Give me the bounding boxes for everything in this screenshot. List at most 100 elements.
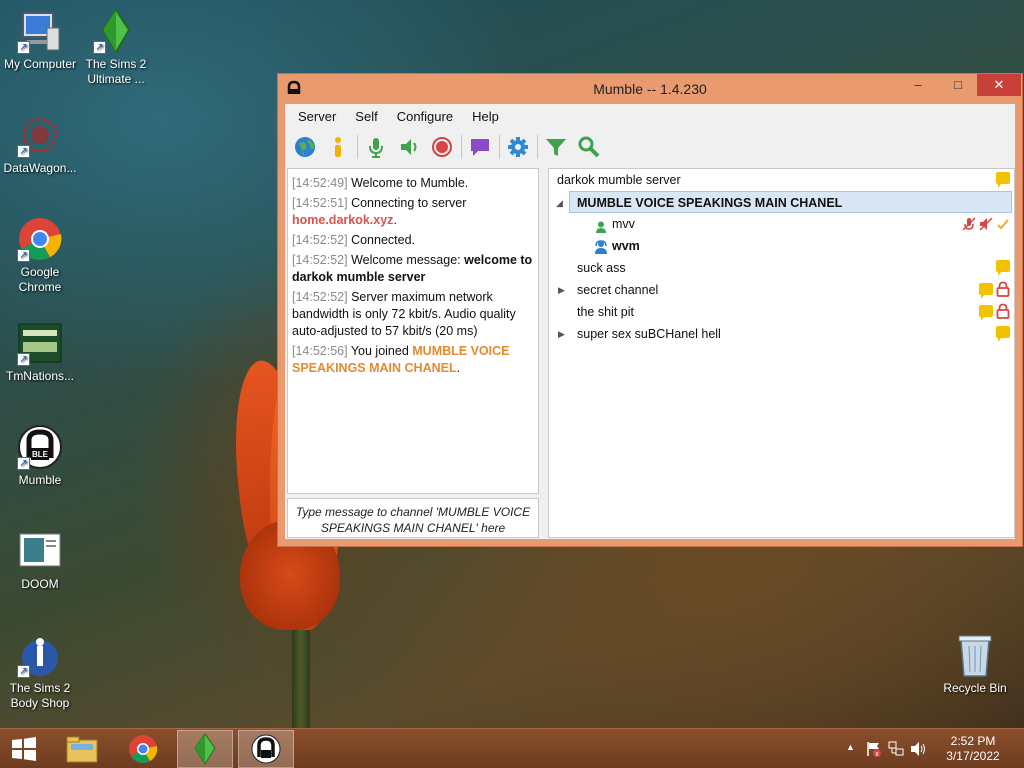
clock-date: 3/17/2022	[946, 749, 1000, 763]
network-icon[interactable]	[888, 741, 904, 760]
svg-text:BLE: BLE	[32, 450, 49, 459]
record-icon[interactable]	[428, 133, 456, 161]
tree-channel-row[interactable]: ▶ secret channel	[549, 279, 1014, 301]
clock[interactable]: 2:52 PM 3/17/2022	[938, 734, 1008, 764]
tree-channel-main[interactable]: ◢ MUMBLE VOICE SPEAKINGS MAIN CHANEL	[556, 191, 1012, 213]
search-icon[interactable]	[575, 133, 603, 161]
desktop-icon-label: TmNations...	[5, 369, 74, 383]
log-entry: [14:52:52] Welcome message: welcome to d…	[292, 253, 533, 284]
chat-icon[interactable]	[466, 133, 494, 161]
mumble-icon	[251, 734, 281, 764]
start-button[interactable]	[0, 730, 48, 768]
server-link[interactable]: home.darkok.xyz	[292, 213, 393, 227]
user-name: wvm	[612, 239, 640, 253]
lock-icon	[996, 281, 1010, 297]
desktop-icon-label: DOOM	[21, 577, 59, 591]
toolbar-separator	[499, 135, 500, 159]
lock-icon	[996, 303, 1010, 319]
tree-user-row[interactable]: wvm	[549, 235, 1014, 257]
action-center-flag-icon[interactable]: x	[866, 741, 882, 760]
chat-log[interactable]: [14:52:49] Welcome to Mumble. [14:52:51]…	[287, 168, 539, 494]
system-tray: ▲ x 2:52 PM 3/17/2022	[834, 729, 1024, 768]
windows-logo-icon	[12, 737, 36, 761]
server-name: darkok mumble server	[557, 173, 681, 187]
comment-icon	[979, 305, 993, 321]
desktop-icon-label: DataWagon...	[3, 161, 77, 175]
speaker-icon[interactable]	[395, 133, 423, 161]
taskbar-mumble[interactable]	[238, 730, 294, 768]
close-button[interactable]: ✕	[977, 74, 1021, 96]
channel-name: the shit pit	[577, 305, 634, 319]
datawagon-icon: ↗	[17, 112, 63, 158]
taskbar-chrome[interactable]	[115, 730, 171, 768]
minimize-button[interactable]: –	[904, 74, 932, 96]
desktop-icon-tmnations[interactable]: ↗ TmNations...	[0, 320, 80, 384]
body-shop-icon: ↗	[17, 632, 63, 678]
tree-channel-row[interactable]: suck ass	[549, 257, 1014, 279]
filter-icon[interactable]	[542, 133, 570, 161]
tree-server-row[interactable]: darkok mumble server	[549, 169, 1014, 191]
computer-icon: ↗	[17, 8, 63, 54]
taskbar: ▲ x 2:52 PM 3/17/2022	[0, 728, 1024, 768]
expand-arrow-icon[interactable]: ▶	[558, 279, 565, 301]
log-entry: [14:52:49] Welcome to Mumble.	[292, 176, 469, 190]
desktop-icon-label: The Sims 2 Ultimate ...	[85, 57, 147, 86]
svg-text:x: x	[875, 751, 879, 757]
taskbar-sims2[interactable]	[177, 730, 233, 768]
info-icon[interactable]	[324, 133, 352, 161]
log-entry: [14:52:52] Server maximum network bandwi…	[292, 290, 516, 338]
title-bar[interactable]: Mumble -- 1.4.230 – □ ✕	[278, 74, 1022, 104]
folder-icon	[66, 736, 98, 763]
recycle-bin-icon	[952, 632, 998, 678]
expand-arrow-icon[interactable]: ▶	[558, 323, 565, 345]
desktop-icon-label: Recycle Bin	[943, 681, 1007, 695]
desktop-icon-recycle-bin[interactable]: Recycle Bin	[935, 632, 1015, 696]
clock-time: 2:52 PM	[950, 734, 996, 748]
log-entry: [14:52:51] Connecting to server home.dar…	[292, 196, 467, 227]
tree-channel-row[interactable]: ▶ super sex suBCHanel hell	[549, 323, 1014, 345]
desktop-icon-label: My Computer	[3, 57, 77, 71]
plumbob-icon: ↗	[93, 8, 139, 54]
desktop-icon-my-computer[interactable]: ↗ My Computer	[0, 8, 80, 72]
tmnations-icon: ↗	[17, 320, 63, 366]
connect-icon[interactable]	[291, 133, 319, 161]
channel-name: super sex suBCHanel hell	[577, 327, 721, 341]
mumble-icon: BLE ↗	[17, 424, 63, 470]
collapse-arrow-icon[interactable]: ◢	[556, 192, 563, 214]
comment-icon	[996, 260, 1010, 276]
settings-icon[interactable]	[504, 133, 532, 161]
channel-tree: darkok mumble server ◢ MUMBLE VOICE SPEA…	[548, 168, 1015, 538]
menu-configure[interactable]: Configure	[390, 109, 465, 124]
channel-name: MUMBLE VOICE SPEAKINGS MAIN CHANEL	[577, 196, 843, 210]
toolbar	[285, 128, 1015, 166]
menu-server[interactable]: Server	[291, 109, 348, 124]
desktop-icon-google-chrome[interactable]: ↗ Google Chrome	[0, 216, 80, 295]
desktop-icon-datawagon[interactable]: ↗ DataWagon...	[0, 112, 80, 176]
comment-icon	[996, 172, 1010, 188]
log-entry: [14:52:52] Connected.	[292, 233, 416, 247]
desktop-icon-sims2-body-shop[interactable]: ↗ The Sims 2 Body Shop	[0, 632, 80, 711]
desktop-icon-label: The Sims 2 Body Shop	[9, 681, 71, 710]
taskbar-file-explorer[interactable]	[54, 730, 110, 768]
chrome-icon	[129, 735, 158, 763]
maximize-button[interactable]: □	[944, 74, 972, 96]
plumbob-icon	[194, 733, 216, 765]
volume-icon[interactable]	[910, 741, 926, 760]
desktop-icon-sims2-ultimate[interactable]: ↗ The Sims 2 Ultimate ...	[76, 8, 156, 87]
desktop-icon-label: Google Chrome	[18, 265, 62, 294]
desktop-icon-mumble[interactable]: BLE ↗ Mumble	[0, 424, 80, 488]
channel-name: secret channel	[577, 283, 659, 297]
tree-channel-row[interactable]: the shit pit	[549, 301, 1014, 323]
menu-help[interactable]: Help	[465, 109, 511, 124]
tree-user-row[interactable]: mvv	[549, 213, 1014, 235]
menu-self[interactable]: Self	[348, 109, 389, 124]
show-hidden-icons-icon[interactable]: ▲	[846, 742, 855, 752]
desktop-icon-doom[interactable]: DOOM	[0, 528, 80, 592]
toolbar-separator	[357, 135, 358, 159]
chrome-icon: ↗	[17, 216, 63, 262]
channel-name: suck ass	[577, 261, 626, 275]
message-input[interactable]: Type message to channel 'MUMBLE VOICE SP…	[287, 498, 539, 538]
mumble-window: Mumble -- 1.4.230 – □ ✕ Server Self Conf…	[277, 73, 1023, 547]
microphone-icon[interactable]	[362, 133, 390, 161]
desktop-icon-label: Mumble	[18, 473, 62, 487]
